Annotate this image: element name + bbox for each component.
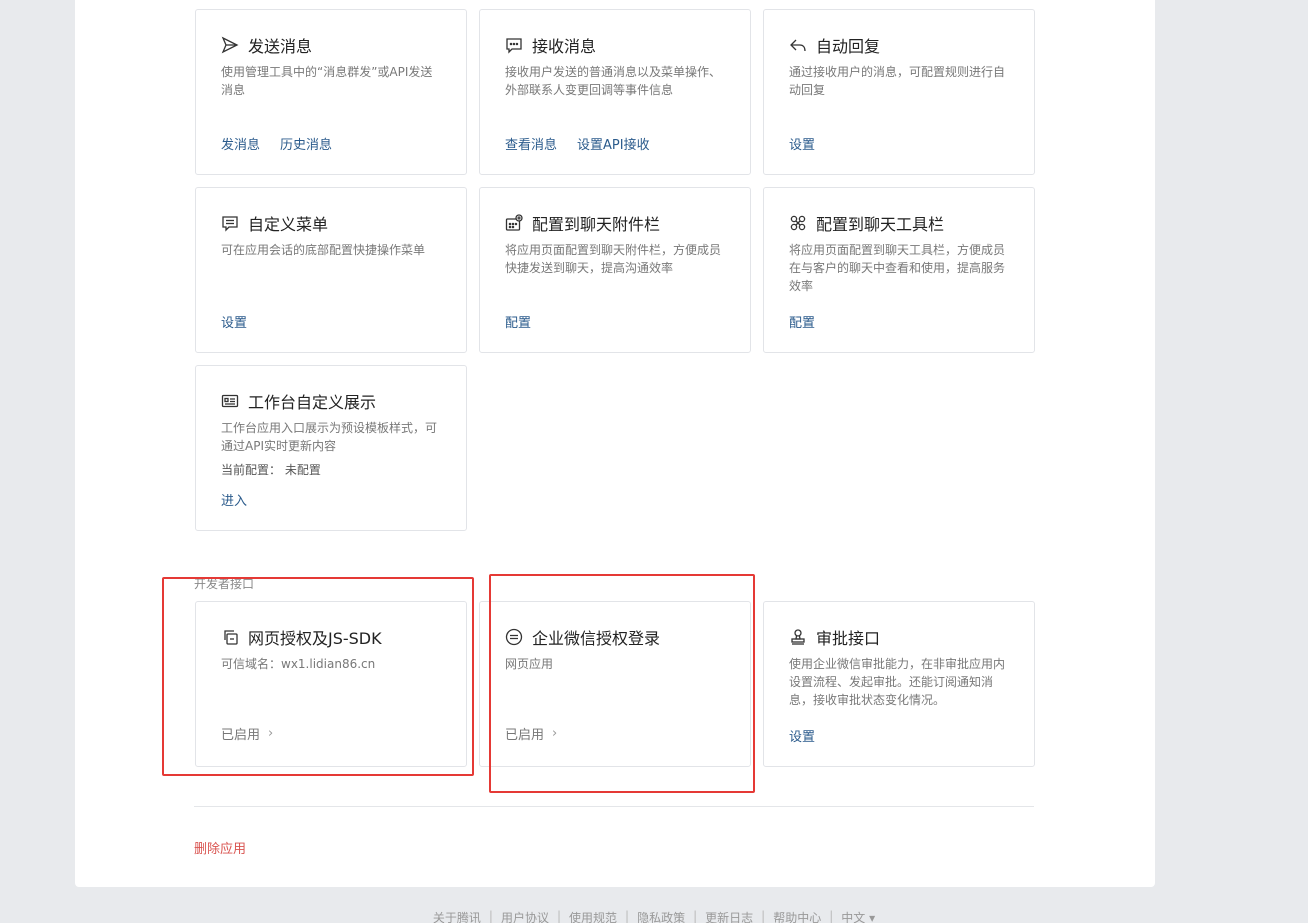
card-workbench-display: 工作台自定义展示 工作台应用入口展示为预设模板样式，可通过API实时更新内容 当… — [195, 365, 467, 531]
toolbar-icon — [789, 214, 807, 232]
footer-link-help[interactable]: 帮助中心 — [773, 909, 821, 923]
card-custom-menu: 自定义菜单 可在应用会话的底部配置快捷操作菜单 设置 — [195, 187, 467, 353]
card-description: 使用企业微信审批能力，在非审批应用内设置流程、发起审批。还能订阅通知消息，接收审… — [789, 657, 1006, 707]
login-auth-status[interactable]: 已启用 › — [505, 724, 557, 743]
attachment-bar-icon — [505, 214, 523, 232]
status-label: 已启用 — [505, 728, 545, 743]
workbench-icon — [221, 392, 239, 410]
chevron-right-icon: › — [552, 726, 558, 741]
approval-icon — [789, 628, 807, 646]
send-icon — [221, 36, 239, 54]
footer-link-changelog[interactable]: 更新日志 — [705, 909, 753, 923]
delete-app-link[interactable]: 删除应用 — [194, 838, 246, 857]
divider — [194, 806, 1034, 807]
chevron-right-icon: › — [268, 726, 274, 741]
chat-icon — [505, 36, 523, 54]
attachment-bar-config-link[interactable]: 配置 — [505, 312, 531, 331]
card-title: 接收消息 — [532, 37, 597, 56]
menu-icon — [221, 214, 239, 232]
view-messages-link[interactable]: 查看消息 — [505, 134, 557, 153]
toolbar-config-link[interactable]: 配置 — [789, 312, 815, 331]
approval-settings-link[interactable]: 设置 — [789, 726, 815, 745]
status-label: 已启用 — [221, 728, 261, 743]
card-chat-attachment-bar: 配置到聊天附件栏 将应用页面配置到聊天附件栏，方便成员快捷发送到聊天，提高沟通效… — [479, 187, 751, 353]
card-send-message: 发送消息 使用管理工具中的“消息群发”或API发送消息 发消息 历史消息 — [195, 9, 467, 175]
send-message-link[interactable]: 发消息 — [221, 134, 260, 153]
footer-link-about[interactable]: 关于腾讯 — [433, 909, 481, 923]
card-title: 配置到聊天附件栏 — [532, 215, 661, 234]
footer-link-user-agreement[interactable]: 用户协议 — [501, 909, 549, 923]
card-description: 将应用页面配置到聊天附件栏，方便成员快捷发送到聊天，提高沟通效率 — [505, 243, 722, 275]
card-receive-message: 接收消息 接收用户发送的普通消息以及菜单操作、外部联系人变更回调等事件信息 查看… — [479, 9, 751, 175]
login-auth-icon — [505, 628, 523, 646]
trusted-domain-text: 可信域名：wx1.lidian86.cn — [221, 657, 376, 671]
card-approval-api: 审批接口 使用企业微信审批能力，在非审批应用内设置流程、发起审批。还能订阅通知消… — [763, 601, 1035, 767]
footer: 关于腾讯 | 用户协议 | 使用规范 | 隐私政策 | 更新日志 | 帮助中心 | 中文 ▾ — [0, 909, 1308, 923]
card-auto-reply: 自动回复 通过接收用户的消息，可配置规则进行自动回复 设置 — [763, 9, 1035, 175]
web-auth-icon — [221, 628, 239, 646]
card-title: 工作台自定义展示 — [248, 393, 377, 412]
footer-link-privacy[interactable]: 隐私政策 — [637, 909, 685, 923]
developer-section-title: 开发者接口 — [194, 577, 255, 591]
reply-icon — [789, 36, 807, 54]
card-description: 接收用户发送的普通消息以及菜单操作、外部联系人变更回调等事件信息 — [505, 65, 722, 97]
card-title: 企业微信授权登录 — [532, 629, 661, 648]
card-description: 通过接收用户的消息，可配置规则进行自动回复 — [789, 65, 1006, 97]
web-auth-status[interactable]: 已启用 › — [221, 724, 273, 743]
current-config-text: 当前配置： 未配置 — [221, 463, 321, 477]
message-history-link[interactable]: 历史消息 — [280, 134, 332, 153]
card-description: 将应用页面配置到聊天工具栏，方便成员在与客户的聊天中查看和使用，提高服务效率 — [789, 243, 1006, 293]
footer-link-usage-rules[interactable]: 使用规范 — [569, 909, 617, 923]
card-title: 自定义菜单 — [248, 215, 329, 234]
language-selector[interactable]: 中文 ▾ — [841, 909, 875, 923]
card-title: 网页授权及JS-SDK — [248, 629, 382, 648]
set-api-receive-link[interactable]: 设置API接收 — [577, 134, 650, 153]
card-chat-toolbar: 配置到聊天工具栏 将应用页面配置到聊天工具栏，方便成员在与客户的聊天中查看和使用… — [763, 187, 1035, 353]
card-description: 使用管理工具中的“消息群发”或API发送消息 — [221, 65, 433, 97]
card-description: 可在应用会话的底部配置快捷操作菜单 — [221, 243, 426, 257]
card-title: 配置到聊天工具栏 — [816, 215, 945, 234]
card-description: 工作台应用入口展示为预设模板样式，可通过API实时更新内容 — [221, 421, 438, 453]
card-title: 审批接口 — [816, 629, 881, 648]
card-title: 自动回复 — [816, 37, 881, 56]
custom-menu-settings-link[interactable]: 设置 — [221, 312, 247, 331]
card-title: 发送消息 — [248, 37, 313, 56]
card-wecom-auth-login[interactable]: 企业微信授权登录 网页应用 已启用 › — [479, 601, 751, 767]
workbench-enter-link[interactable]: 进入 — [221, 490, 247, 509]
card-description: 网页应用 — [505, 657, 554, 671]
auto-reply-settings-link[interactable]: 设置 — [789, 134, 815, 153]
card-web-auth-jssdk[interactable]: 网页授权及JS-SDK 可信域名：wx1.lidian86.cn 已启用 › — [195, 601, 467, 767]
